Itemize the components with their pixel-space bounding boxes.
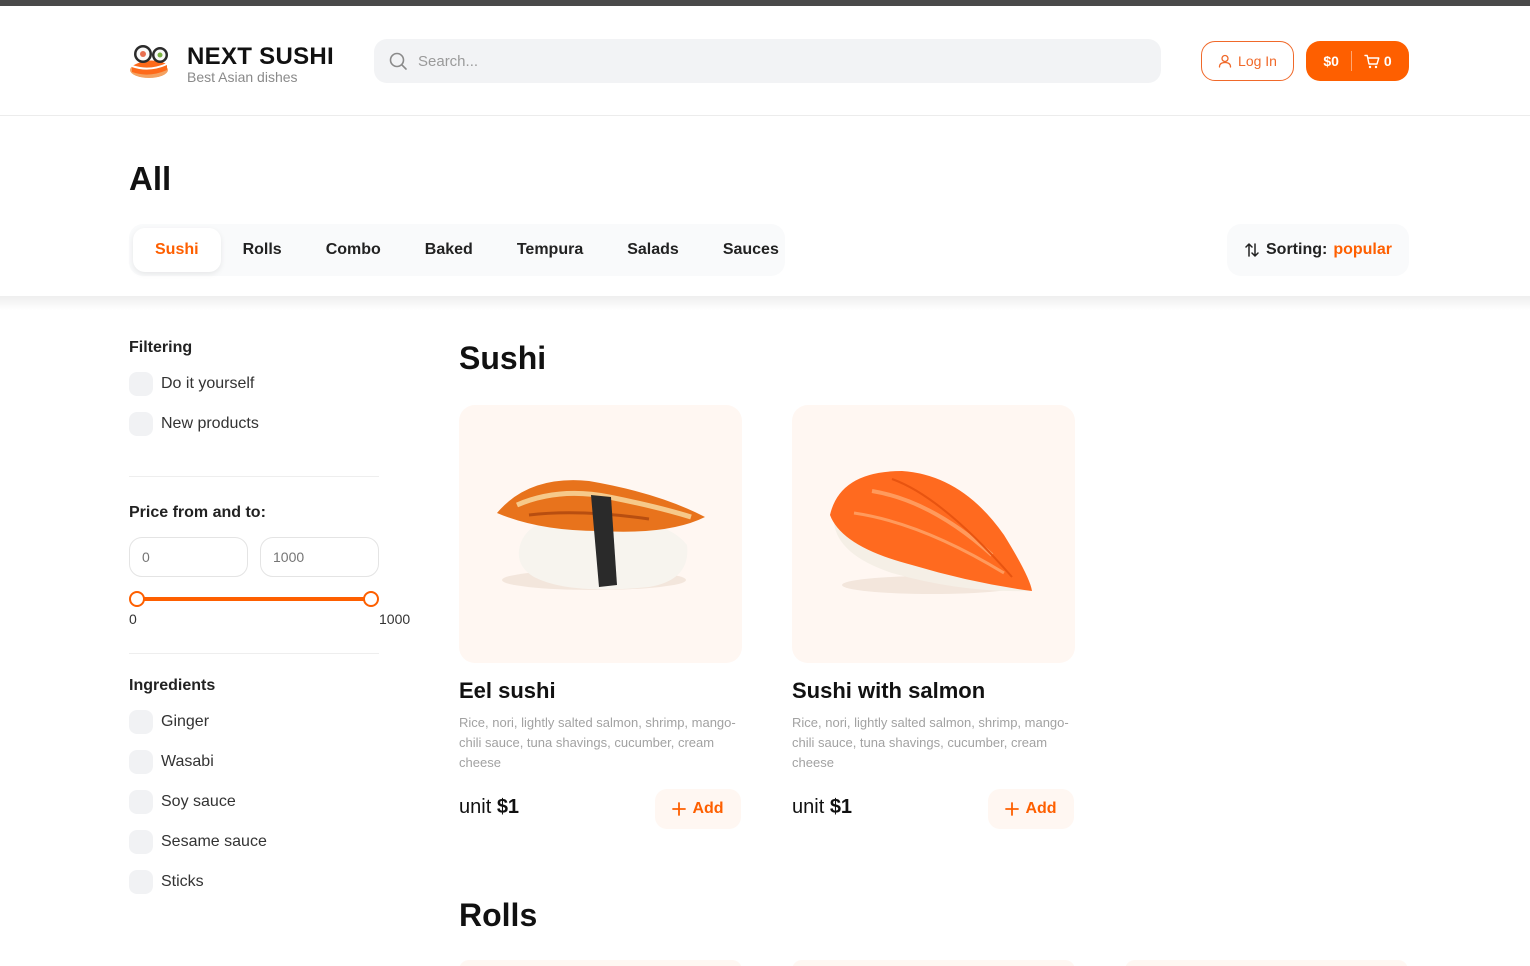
cart-divider xyxy=(1350,51,1352,71)
ingredient-label: Wasabi xyxy=(161,753,214,770)
sorting-label: Sorting: xyxy=(1266,241,1328,258)
checkbox[interactable] xyxy=(129,372,153,396)
ingredient-soy-sauce[interactable]: Soy sauce xyxy=(129,790,236,814)
sort-arrows-icon xyxy=(1245,243,1259,257)
ingredient-label: Ginger xyxy=(161,713,210,730)
checkbox[interactable] xyxy=(129,710,153,734)
price-from-input[interactable] xyxy=(129,537,248,577)
add-to-cart-button[interactable]: Add xyxy=(655,789,741,829)
product-description: Rice, nori, lightly salted salmon, shrim… xyxy=(792,715,1069,770)
cart-count: 0 xyxy=(1383,53,1392,69)
checkbox[interactable] xyxy=(129,412,153,436)
plus-icon xyxy=(672,802,687,816)
product-name[interactable]: Eel sushi xyxy=(459,678,556,704)
checkbox[interactable] xyxy=(129,830,153,854)
search-icon xyxy=(389,52,407,70)
filtering-heading: Filtering xyxy=(129,339,193,356)
login-button[interactable]: Log In xyxy=(1201,41,1294,81)
brand-subtitle: Best Asian dishes xyxy=(187,69,298,85)
search-input[interactable] xyxy=(418,39,1138,83)
product-price: unit $1 xyxy=(792,796,852,819)
slider-max-label: 1000 xyxy=(379,611,411,627)
filter-option-label: Do it yourself xyxy=(161,375,255,392)
site-header: NEXT SUSHI Best Asian dishes Log In $0 0 xyxy=(0,6,1530,116)
product-card-placeholder xyxy=(792,960,1075,966)
page-title: All xyxy=(129,160,172,197)
price-value: $1 xyxy=(496,796,520,818)
ingredients-heading: Ingredients xyxy=(129,677,216,694)
price-slider-min-thumb[interactable] xyxy=(129,591,145,607)
tab-baked[interactable]: Baked xyxy=(403,228,495,272)
checkbox[interactable] xyxy=(129,870,153,894)
price-slider-max-thumb[interactable] xyxy=(363,591,379,607)
category-tabs: Sushi Rolls Combo Baked Tempura Salads S… xyxy=(129,224,785,276)
tab-tempura[interactable]: Tempura xyxy=(495,228,605,272)
section-title-sushi: Sushi xyxy=(459,340,547,376)
sushi-logo-icon[interactable] xyxy=(129,42,173,82)
tab-salads[interactable]: Salads xyxy=(605,228,701,272)
cart-total: $0 xyxy=(1323,53,1339,69)
filter-option-new-products[interactable]: New products xyxy=(129,412,259,436)
product-card-placeholder xyxy=(459,960,742,966)
cart-button[interactable]: $0 0 xyxy=(1306,41,1409,81)
ingredient-label: Soy sauce xyxy=(161,793,236,810)
product-name[interactable]: Sushi with salmon xyxy=(792,678,985,704)
ingredient-label: Sticks xyxy=(161,873,204,890)
user-icon xyxy=(1218,54,1232,68)
tab-combo[interactable]: Combo xyxy=(304,228,403,272)
add-label: Add xyxy=(692,800,724,817)
product-description: Rice, nori, lightly salted salmon, shrim… xyxy=(459,715,736,770)
ingredient-sesame-sauce[interactable]: Sesame sauce xyxy=(129,830,267,854)
tab-rolls[interactable]: Rolls xyxy=(221,228,304,272)
price-prefix: unit xyxy=(792,796,825,818)
price-prefix: unit xyxy=(459,796,492,818)
price-value: $1 xyxy=(829,796,853,818)
product-image-sushi-with-salmon[interactable] xyxy=(792,405,1075,663)
filter-option-label: New products xyxy=(161,415,259,432)
tab-sauces[interactable]: Sauces xyxy=(701,228,801,272)
checkbox[interactable] xyxy=(129,750,153,774)
slider-min-label: 0 xyxy=(129,611,137,627)
ingredient-wasabi[interactable]: Wasabi xyxy=(129,750,214,774)
add-label: Add xyxy=(1025,800,1057,817)
sorting-dropdown[interactable]: Sorting: popular xyxy=(1227,224,1409,276)
checkbox[interactable] xyxy=(129,790,153,814)
sorting-value: popular xyxy=(1333,241,1392,258)
tab-sushi[interactable]: Sushi xyxy=(133,228,221,272)
ingredient-label: Sesame sauce xyxy=(161,833,267,850)
cart-icon xyxy=(1364,54,1380,68)
add-to-cart-button[interactable]: Add xyxy=(988,789,1074,829)
sidebar-divider xyxy=(129,653,379,654)
price-slider-track[interactable] xyxy=(137,597,371,601)
filter-option-do-it-yourself[interactable]: Do it yourself xyxy=(129,372,254,396)
product-price: unit $1 xyxy=(459,796,519,819)
ingredient-ginger[interactable]: Ginger xyxy=(129,710,209,734)
login-label: Log In xyxy=(1238,53,1277,69)
sidebar-divider xyxy=(129,476,379,477)
plus-icon xyxy=(1005,802,1020,816)
product-card-placeholder xyxy=(1125,960,1408,966)
ingredient-sticks[interactable]: Sticks xyxy=(129,870,204,894)
brand-title[interactable]: NEXT SUSHI xyxy=(187,43,334,71)
product-image-eel-sushi[interactable] xyxy=(459,405,742,663)
section-divider xyxy=(0,296,1530,310)
price-to-input[interactable] xyxy=(260,537,379,577)
search-bar[interactable] xyxy=(374,39,1161,83)
section-title-rolls: Rolls xyxy=(459,897,538,933)
price-heading: Price from and to: xyxy=(129,504,266,521)
